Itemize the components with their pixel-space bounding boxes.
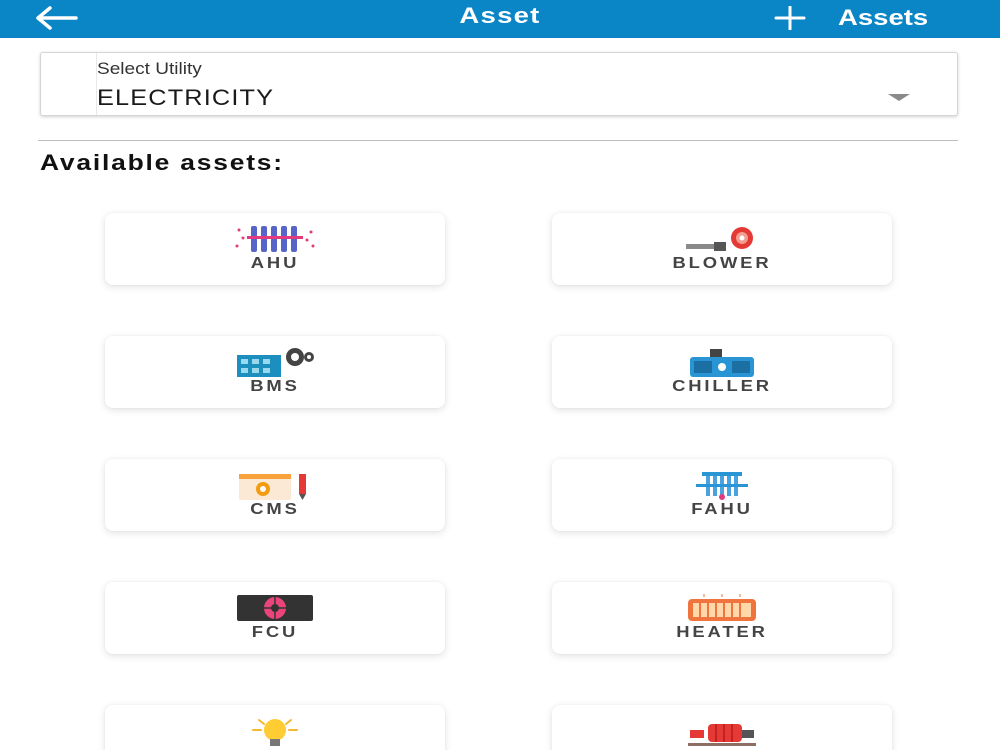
asset-label: CMS (250, 501, 300, 518)
ahu-icon (230, 223, 320, 255)
light-bulb-icon (230, 715, 320, 747)
add-assets-label: Assets (838, 5, 929, 30)
cms-icon (230, 469, 320, 501)
select-left-border (41, 53, 97, 115)
asset-card-heater[interactable]: HEATER (552, 582, 892, 654)
asset-card-ahu[interactable]: AHU (105, 213, 445, 285)
asset-card-pump[interactable] (552, 705, 892, 750)
blower-icon (677, 223, 767, 255)
asset-label: BMS (250, 378, 300, 395)
asset-card-cms[interactable]: CMS (105, 459, 445, 531)
asset-card-lighting[interactable] (105, 705, 445, 750)
asset-card-chiller[interactable]: CHILLER (552, 336, 892, 408)
fahu-icon (677, 469, 767, 501)
asset-label: AHU (250, 255, 300, 272)
asset-label: BLOWER (672, 255, 772, 272)
asset-label: HEATER (676, 624, 768, 641)
arrow-left-icon (36, 6, 78, 30)
back-button[interactable] (30, 3, 82, 33)
asset-label: FAHU (691, 501, 753, 518)
add-assets-button[interactable]: Assets (768, 2, 988, 34)
section-title: Available assets: (40, 150, 284, 175)
utility-select[interactable]: Select Utility ELECTRICITY (40, 52, 958, 116)
utility-select-label: Select Utility (97, 59, 202, 78)
asset-label: CHILLER (672, 378, 772, 395)
asset-card-fahu[interactable]: FAHU (552, 459, 892, 531)
asset-label: FCU (251, 624, 299, 641)
divider (38, 140, 958, 141)
asset-card-blower[interactable]: BLOWER (552, 213, 892, 285)
asset-card-fcu[interactable]: FCU (105, 582, 445, 654)
plus-icon (768, 3, 812, 33)
app-bar: Asset Assets (0, 0, 1000, 38)
pump-icon (677, 715, 767, 747)
fcu-icon (230, 592, 320, 624)
bms-icon (230, 346, 320, 378)
asset-card-bms[interactable]: BMS (105, 336, 445, 408)
utility-select-value: ELECTRICITY (97, 85, 275, 110)
chiller-icon (677, 346, 767, 378)
heater-icon (677, 592, 767, 624)
caret-down-icon (888, 94, 910, 101)
